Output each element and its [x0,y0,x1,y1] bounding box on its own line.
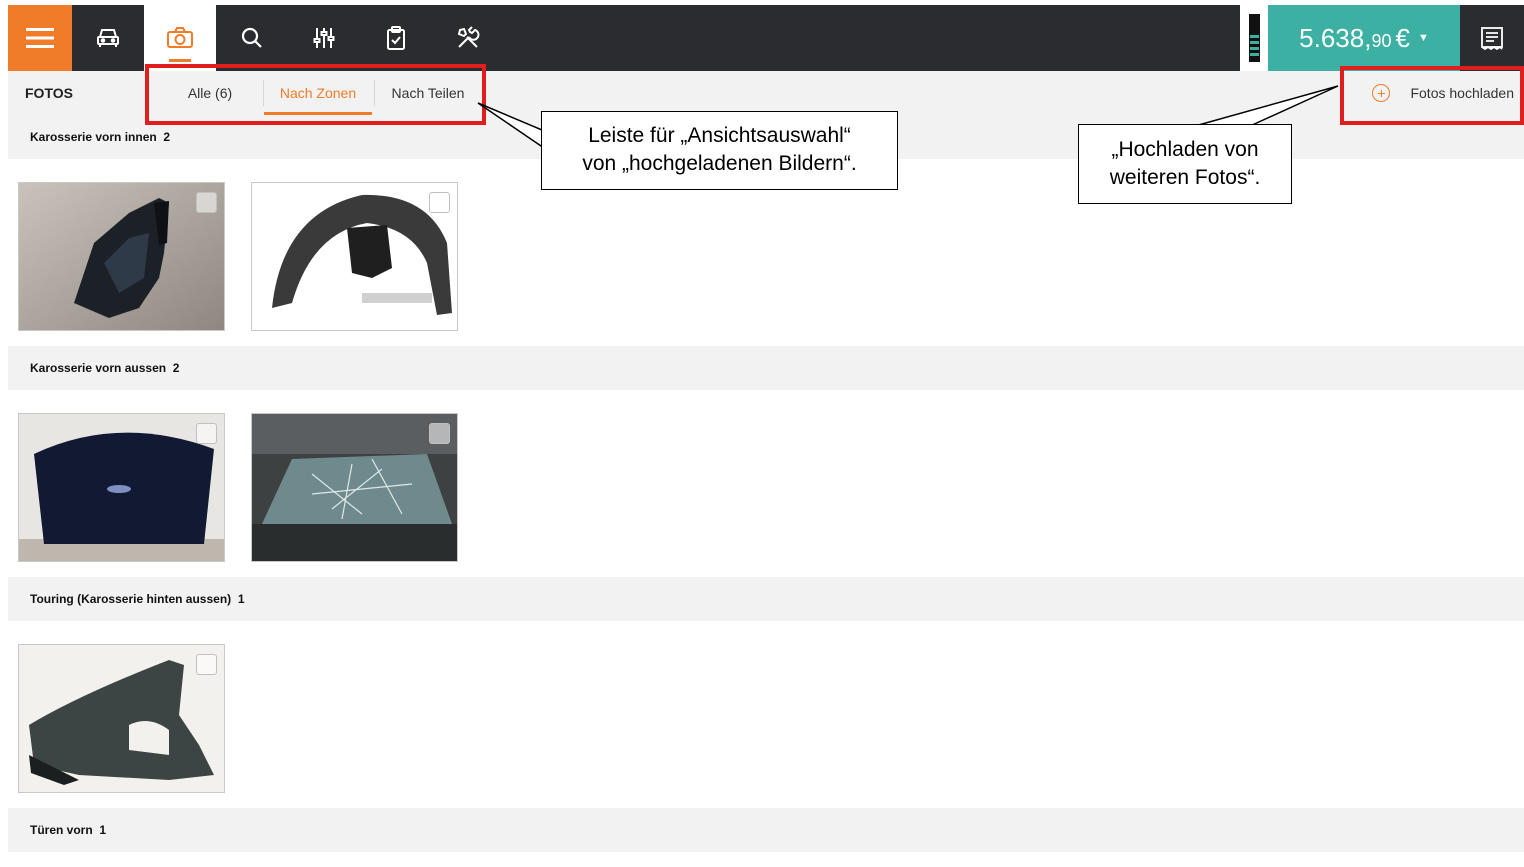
callout-line: weiteren Fotos“. [1109,166,1261,189]
callout-view-selection: Leiste für „Ansichtsauswahl“ von „hochge… [541,111,898,190]
upload-highlight [1340,66,1524,125]
settings-tab-button[interactable] [288,5,360,71]
section-title: Karosserie vorn aussen 2 [30,361,180,375]
price-main: 5.638, [1299,22,1372,53]
total-price-dropdown[interactable]: 5.638, 90 € ▼ [1268,5,1460,71]
receipt-icon [1481,27,1503,50]
photo-select-checkbox[interactable] [429,423,450,444]
sliders-icon [313,28,335,48]
clipboard-icon [387,26,405,50]
section-title: Karosserie vorn innen 2 [30,130,171,144]
price-currency: € [1395,22,1410,53]
photo-thumbnail[interactable] [18,413,225,562]
photos-tab-button[interactable] [144,5,216,71]
photo-thumbnail[interactable] [18,644,225,793]
photo-select-checkbox[interactable] [429,192,450,213]
callout-line: „Hochladen von [1111,138,1259,161]
tools-icon [457,26,480,48]
page-title: FOTOS [25,85,73,101]
view-selection-highlight [145,64,486,125]
broken-windshield-photo [252,414,457,561]
price-cents: 90 [1371,30,1392,51]
section-title: Touring (Karosserie hinten aussen) 1 [30,592,245,606]
callout-line: von „hochgeladenen Bildern“. [582,152,857,175]
checklist-tab-button[interactable] [360,5,432,71]
section-title: Türen vorn 1 [30,823,107,837]
rear-quarter-panel-photo [19,645,224,792]
caret-down-icon: ▼ [1417,32,1429,44]
search-tab-button[interactable] [216,5,288,71]
photo-thumbnail[interactable] [251,413,458,562]
camera-icon [167,27,193,48]
wheel-arch-liner-photo [252,183,457,330]
search-icon [241,27,262,48]
section-header: Touring (Karosserie hinten aussen) 1 [8,577,1524,621]
menu-button[interactable] [8,5,72,71]
battery-icon [1249,14,1260,62]
menu-icon [26,28,54,48]
section-header: Karosserie vorn aussen 2 [8,346,1524,390]
photo-select-checkbox[interactable] [196,654,217,675]
inner-panel-photo [19,183,224,330]
battery-indicator [1240,5,1268,71]
car-icon [97,29,119,47]
tools-tab-button[interactable] [432,5,504,71]
photo-thumbnail[interactable] [251,182,458,331]
callout-upload: „Hochladen von weiteren Fotos“. [1078,124,1292,204]
photo-select-checkbox[interactable] [196,192,217,213]
hood-photo [19,414,224,561]
photo-thumbnail[interactable] [18,182,225,331]
callout-line: Leiste für „Ansichtsauswahl“ [588,124,851,147]
photo-select-checkbox[interactable] [196,423,217,444]
receipt-button[interactable] [1460,5,1524,71]
top-toolbar: 5.638, 90 € ▼ [8,5,1524,71]
vehicle-tab-button[interactable] [72,5,144,71]
section-header: Türen vorn 1 [8,808,1524,852]
